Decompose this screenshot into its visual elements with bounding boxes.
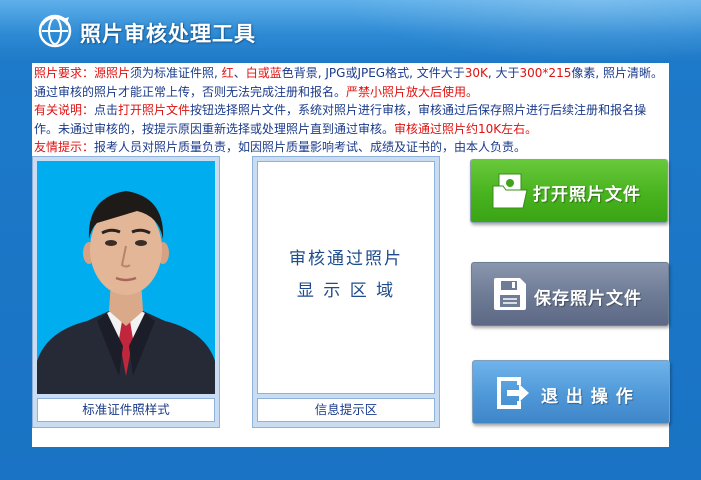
exit-arrow-icon xyxy=(497,377,529,409)
person-portrait-icon xyxy=(37,161,215,394)
info-prompt-area: 信息提示区 xyxy=(257,398,435,422)
open-photo-button[interactable]: 打开照片文件 xyxy=(470,159,668,223)
exit-button-label: 退 出 操 作 xyxy=(541,387,634,407)
tip-paragraph: 友情提示：报考人员对照片质量负责，如因照片质量影响考试、成绩及证书的，由本人负责… xyxy=(34,140,527,154)
display-area-line2: 显 示 区 域 xyxy=(296,281,396,301)
floppy-disk-icon xyxy=(494,278,526,310)
open-photo-button-label: 打开照片文件 xyxy=(533,185,641,205)
save-photo-button-label: 保存照片文件 xyxy=(534,289,642,309)
requirements-paragraph: 照片要求：源照片须为标准证件照, 红、白或蓝色背景, JPG或JPEG格式, 文… xyxy=(34,66,663,99)
approved-photo-display-area: 审核通过照片 显 示 区 域 xyxy=(257,161,435,394)
open-photo-icon xyxy=(492,173,528,209)
notice-text: 照片要求：源照片须为标准证件照, 红、白或蓝色背景, JPG或JPEG格式, 文… xyxy=(34,64,666,157)
sample-photo-frame: 标准证件照样式 xyxy=(32,156,220,428)
app-title: 照片审核处理工具 xyxy=(80,22,256,46)
save-photo-button[interactable]: 保存照片文件 xyxy=(471,262,669,326)
globe-logo-icon xyxy=(38,14,72,48)
result-display-frame: 审核通过照片 显 示 区 域 信息提示区 xyxy=(252,156,440,428)
title-bar: 照片审核处理工具 xyxy=(0,0,701,62)
instructions-paragraph: 有关说明：点击打开照片文件按钮选择照片文件，系统对照片进行审核，审核通过后保存照… xyxy=(34,103,647,136)
exit-button[interactable]: 退 出 操 作 xyxy=(472,360,670,424)
sample-id-photo xyxy=(37,161,215,394)
display-area-line1: 审核通过照片 xyxy=(289,249,403,269)
sample-photo-caption: 标准证件照样式 xyxy=(37,398,215,422)
